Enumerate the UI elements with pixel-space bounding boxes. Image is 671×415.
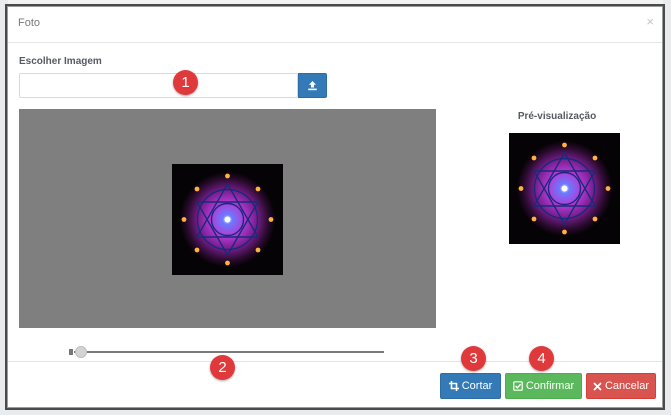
confirm-button-label: Confirmar [525, 380, 575, 392]
upload-icon [308, 81, 317, 91]
zoom-min-mark [69, 349, 73, 355]
screenshot-frame: Foto × Escolher Imagem Pré-visualização … [0, 0, 671, 415]
crop-button-label: Cortar [461, 380, 493, 392]
crop-icon [448, 381, 459, 391]
cropper-image[interactable] [172, 164, 283, 275]
modal-title: Foto [18, 17, 41, 29]
annotation-marker-1: 1 [173, 70, 198, 95]
modal-footer-divider [8, 361, 662, 362]
annotation-marker-4: 4 [529, 346, 554, 371]
confirm-button[interactable]: Confirmar [505, 373, 582, 399]
preview-title: Pré-visualização [517, 111, 597, 122]
upload-button[interactable] [298, 73, 327, 98]
crop-button[interactable]: Cortar [440, 373, 501, 399]
preview-image [509, 133, 620, 244]
close-button[interactable]: × [646, 15, 654, 29]
photo-modal: Foto × Escolher Imagem Pré-visualização … [7, 6, 663, 408]
zoom-slider-track[interactable] [74, 351, 384, 353]
file-path-input[interactable] [19, 73, 298, 98]
crop-canvas[interactable] [19, 109, 436, 328]
cancel-button[interactable]: Cancelar [586, 373, 656, 399]
cancel-button-label: Cancelar [604, 380, 650, 392]
choose-image-label: Escolher Imagem [19, 56, 102, 67]
modal-header: Foto × [8, 7, 662, 43]
x-icon [593, 382, 602, 391]
zoom-slider-handle[interactable] [75, 346, 87, 358]
annotation-marker-3: 3 [461, 346, 486, 371]
annotation-marker-2: 2 [210, 355, 235, 380]
check-square-icon [513, 381, 523, 391]
